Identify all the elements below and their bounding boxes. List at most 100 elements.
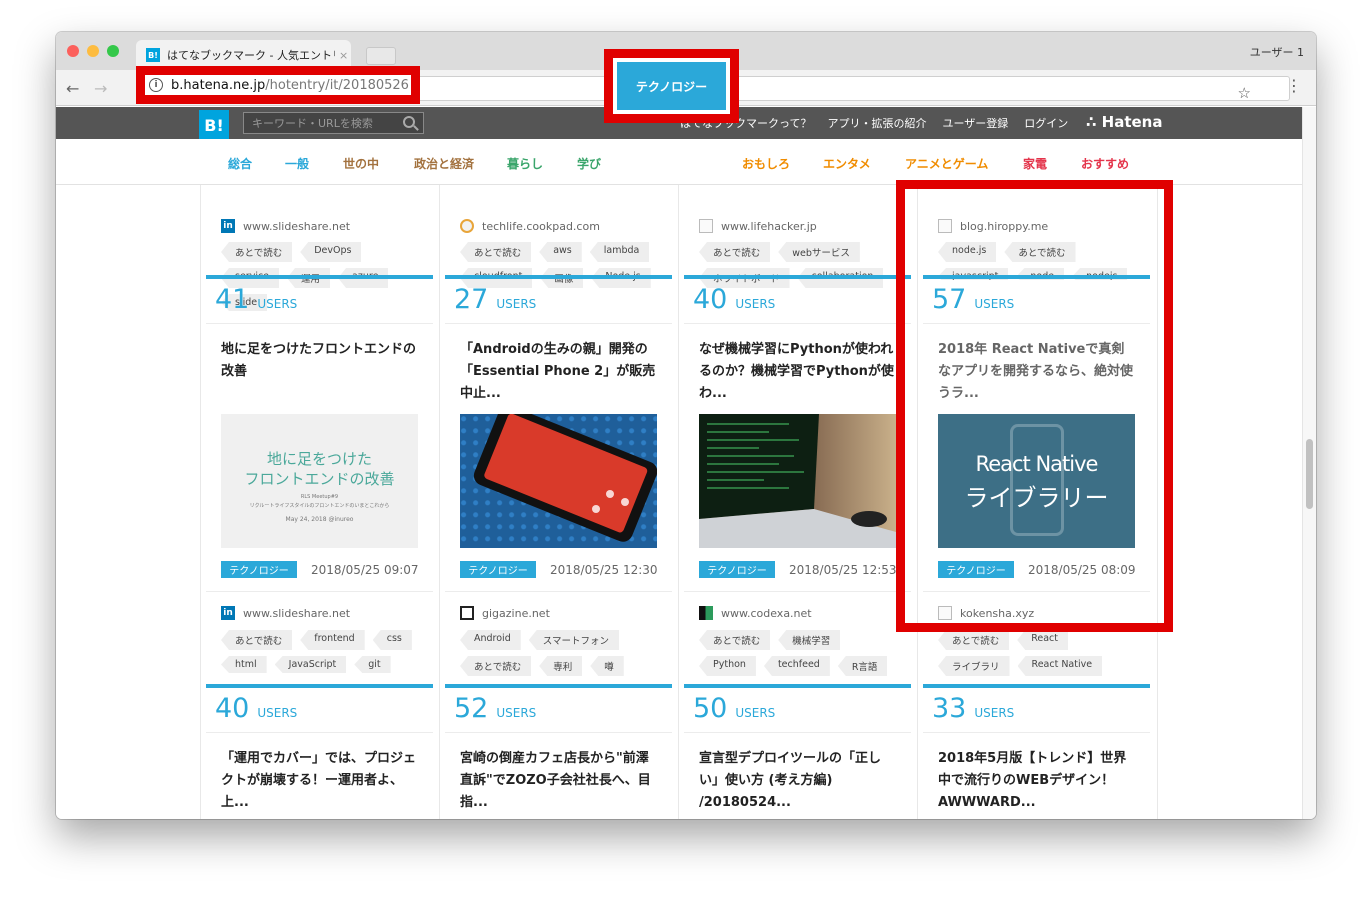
users-count[interactable]: 27 USERS [454, 285, 536, 315]
entry-site[interactable]: in www.slideshare.net [221, 605, 350, 621]
users-count[interactable]: 40 USERS [693, 285, 775, 315]
tag[interactable]: Android [460, 630, 521, 650]
tag[interactable]: git [354, 656, 391, 673]
category-tab-fun[interactable]: おもしろ [742, 155, 790, 172]
minimize-window-button[interactable] [87, 45, 99, 57]
tag[interactable]: 機械学習 [778, 630, 841, 650]
entry-site[interactable]: techlife.cookpad.com [460, 218, 600, 234]
tag[interactable]: html [221, 656, 267, 673]
site-name[interactable]: www.slideshare.net [243, 607, 350, 620]
back-icon[interactable]: ← [66, 79, 79, 98]
profile-button[interactable]: ユーザー 1 [1250, 44, 1304, 60]
scrollbar[interactable] [1302, 107, 1316, 819]
tag[interactable]: あとで読む [699, 630, 771, 650]
tag[interactable]: lambda [589, 242, 650, 262]
header-link-register[interactable]: ユーザー登録 [942, 115, 1008, 131]
close-window-button[interactable] [67, 45, 79, 57]
category-tab-technology[interactable]: テクノロジー [617, 62, 726, 110]
tag[interactable]: R言語 [837, 656, 888, 676]
tag[interactable]: css [372, 630, 412, 650]
tag[interactable]: あとで読む [699, 242, 771, 262]
users-number[interactable]: 40 [693, 285, 727, 315]
entry-title[interactable]: 「運用でカバー」では、プロジェクトが崩壊する！ー運用者よ、上... [221, 748, 417, 814]
users-count[interactable]: 41 USERS [215, 285, 297, 315]
users-number[interactable]: 41 [215, 285, 249, 315]
users-number[interactable]: 33 [932, 694, 966, 724]
tag[interactable]: 専利 [539, 656, 583, 676]
category-tab-social[interactable]: 世の中 [343, 155, 379, 172]
tag[interactable]: frontend [300, 630, 365, 650]
users-number[interactable]: 27 [454, 285, 488, 315]
category-tab-economics[interactable]: 政治と経済 [414, 155, 474, 172]
category-tab-game[interactable]: アニメとゲーム [905, 155, 988, 172]
category-tab-all[interactable]: 総合 [228, 155, 252, 172]
tag[interactable]: webサービス [778, 242, 860, 262]
tag[interactable]: スマートフォン [528, 630, 619, 650]
entry-site[interactable]: www.lifehacker.jp [699, 218, 817, 234]
info-icon[interactable]: i [149, 78, 163, 92]
site-name[interactable]: www.lifehacker.jp [721, 220, 817, 233]
site-name[interactable]: techlife.cookpad.com [482, 220, 600, 233]
tag[interactable]: React Native [1017, 656, 1103, 676]
tag[interactable]: あとで読む [221, 242, 293, 262]
entry-title[interactable]: なぜ機械学習にPythonが使われるのか？機械学習でPythonが使わ... [699, 339, 895, 405]
entry-thumbnail[interactable] [699, 414, 896, 548]
bookmark-star-icon[interactable]: ☆ [1238, 84, 1251, 102]
tag[interactable]: aws [539, 242, 582, 262]
entry-title[interactable]: 宣言型デプロイツールの「正しい」使い方 (考え方編) /20180524... [699, 748, 895, 814]
users-count[interactable]: 52 USERS [454, 694, 536, 724]
category-tab-technology-highlight[interactable]: テクノロジー [604, 49, 739, 123]
category-tab-general[interactable]: 一般 [285, 155, 309, 172]
category-tab-knowledge[interactable]: 学び [577, 155, 601, 172]
tag[interactable]: Python [699, 656, 756, 676]
users-number[interactable]: 50 [693, 694, 727, 724]
tag[interactable]: DevOps [300, 242, 362, 262]
header-link-login[interactable]: ログイン [1024, 115, 1068, 131]
tab-close-icon[interactable]: × [339, 49, 348, 62]
hatena-logo[interactable]: B! [199, 110, 229, 140]
tag[interactable]: ライブラリ [938, 656, 1010, 676]
browser-menu-icon[interactable]: ⋮ [1286, 76, 1302, 95]
users-number[interactable]: 40 [215, 694, 249, 724]
forward-icon[interactable]: → [94, 79, 107, 98]
entry-site[interactable]: in www.slideshare.net [221, 218, 350, 234]
tag[interactable]: あとで読む [221, 630, 293, 650]
tag[interactable]: あとで読む [460, 242, 532, 262]
category-badge[interactable]: テクノロジー [221, 561, 297, 578]
users-number[interactable]: 52 [454, 694, 488, 724]
category-badge[interactable]: テクノロジー [699, 561, 775, 578]
category-tab-entertainment[interactable]: エンタメ [823, 155, 871, 172]
entry-thumbnail[interactable]: 地に足をつけた フロントエンドの改善 RLS Meetup#9 リクルートライフスタイ… [221, 414, 418, 548]
category-badge[interactable]: テクノロジー [460, 561, 536, 578]
zoom-window-button[interactable] [107, 45, 119, 57]
users-count[interactable]: 33 USERS [932, 694, 1014, 724]
entry-title[interactable]: 地に足をつけたフロントエンドの改善 [221, 339, 417, 383]
site-name[interactable]: www.codexa.net [721, 607, 812, 620]
search-input[interactable]: キーワード・URLを検索 [243, 112, 424, 134]
entry-thumbnail[interactable] [460, 414, 657, 548]
category-tab-recommend[interactable]: おすすめ [1081, 155, 1129, 172]
tag[interactable]: techfeed [763, 656, 830, 676]
category-tab-appliance[interactable]: 家電 [1023, 155, 1047, 172]
entry-site[interactable]: www.codexa.net [699, 605, 812, 621]
new-tab-button[interactable] [366, 47, 396, 65]
search-icon[interactable] [403, 116, 415, 128]
scrollbar-thumb[interactable] [1306, 439, 1313, 509]
tag[interactable]: 噂 [590, 656, 624, 676]
site-name[interactable]: www.slideshare.net [243, 220, 350, 233]
entry-title[interactable]: 2018年5月版【トレンド】世界中で流行りのWEBデザイン！AWWWARD... [938, 748, 1134, 814]
entry-title[interactable]: 宮崎の倒産カフェ店長から"前澤直訴"でZOZO子会社社長へ、目指... [460, 748, 656, 814]
tag[interactable]: あとで読む [460, 656, 532, 676]
hatena-brand[interactable]: ∴ Hatena [1086, 113, 1162, 131]
entry-title[interactable]: 「Androidの生みの親」開発の「Essential Phone 2」が販売中… [460, 339, 656, 405]
users-count[interactable]: 50 USERS [693, 694, 775, 724]
tag[interactable]: JavaScript [274, 656, 347, 673]
header-link-apps[interactable]: アプリ・拡張の紹介 [827, 115, 926, 131]
tag[interactable]: React [1017, 630, 1069, 650]
users-count[interactable]: 40 USERS [215, 694, 297, 724]
tag[interactable]: あとで読む [938, 630, 1010, 650]
entry-site[interactable]: gigazine.net [460, 605, 550, 621]
site-name[interactable]: gigazine.net [482, 607, 550, 620]
category-tab-life[interactable]: 暮らし [507, 155, 543, 172]
address-bar-highlight[interactable]: i b.hatena.ne.jp/hotentry/it/20180526 [136, 66, 420, 104]
